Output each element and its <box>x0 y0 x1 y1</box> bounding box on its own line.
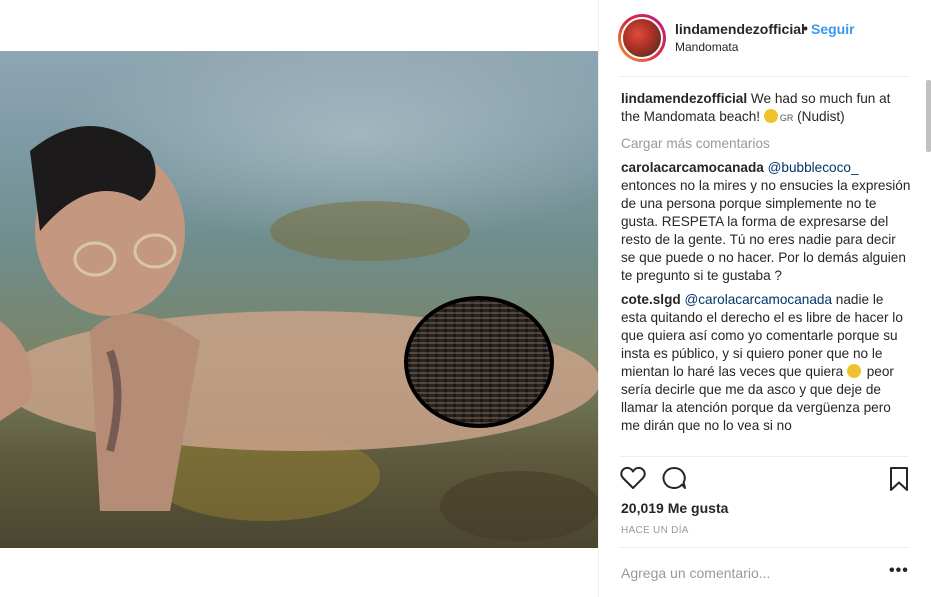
comment-item: cote.slgd @carolacarcamocanada nadie le … <box>621 291 911 435</box>
separator-dot: • <box>803 20 808 36</box>
comments-list[interactable]: lindamendezofficial We had so much fun a… <box>621 90 911 456</box>
avatar-image <box>621 17 663 59</box>
smirk-emoji-icon <box>763 109 778 123</box>
add-comment-input[interactable] <box>621 562 871 584</box>
add-comment-divider <box>619 547 909 548</box>
more-options-icon[interactable]: ••• <box>889 562 909 580</box>
caption: lindamendezofficial We had so much fun a… <box>621 90 911 127</box>
comment-username[interactable]: cote.slgd <box>621 292 681 307</box>
post-timestamp[interactable]: HACE UN DÍA <box>621 525 689 536</box>
comment-item: carolacarcamocanada @bubblecoco_ entonce… <box>621 159 911 285</box>
avatar[interactable] <box>618 14 666 62</box>
header-divider <box>619 76 909 77</box>
smiley-emoji-icon <box>846 364 861 378</box>
likes-count[interactable]: 20,019 Me gusta <box>621 500 728 516</box>
caption-suffix: (Nudist) <box>797 109 845 124</box>
censor-blur <box>404 296 554 428</box>
comment-username[interactable]: carolacarcamocanada <box>621 160 764 175</box>
post-header: lindamendezofficial • Seguir Mandomata <box>599 0 931 76</box>
post-photo[interactable] <box>0 51 598 548</box>
bookmark-icon[interactable] <box>889 466 909 492</box>
caption-username[interactable]: lindamendezofficial <box>621 91 747 106</box>
comment-icon[interactable] <box>661 466 687 490</box>
flag-gr-icon: GR <box>779 113 794 123</box>
location-link[interactable]: Mandomata <box>675 40 738 54</box>
post-sidebar: lindamendezofficial • Seguir Mandomata l… <box>599 0 931 597</box>
actions-divider <box>619 456 909 457</box>
load-more-comments-button[interactable]: Cargar más comentarios <box>621 135 911 153</box>
header-username[interactable]: lindamendezofficial <box>675 21 805 37</box>
comment-text: entonces no la mires y no ensucies la ex… <box>621 178 911 283</box>
comment-mention[interactable]: @carolacarcamocanada <box>684 292 832 307</box>
comment-mention[interactable]: @bubblecoco_ <box>768 160 859 175</box>
comments-scrollbar[interactable] <box>926 80 931 152</box>
heart-icon[interactable] <box>620 466 646 490</box>
follow-button[interactable]: Seguir <box>811 21 855 37</box>
